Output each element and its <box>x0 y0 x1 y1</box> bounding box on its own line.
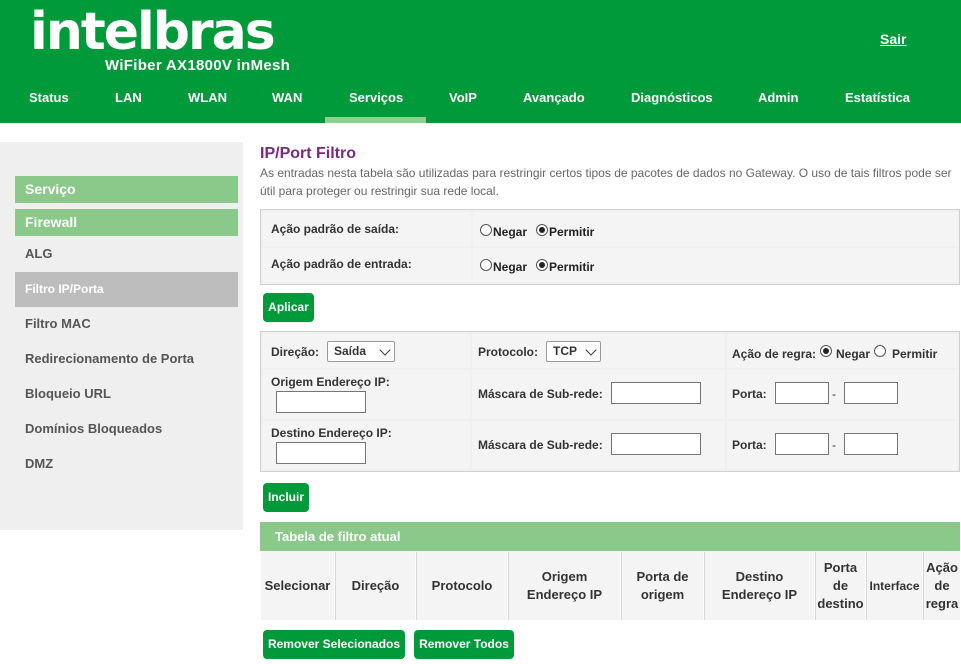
dst-port-cell: Porta: - <box>727 421 958 469</box>
rule-form-panel: Direção: Saída Protocolo: TCP Ação de re… <box>260 331 960 472</box>
rule-deny-radio[interactable] <box>820 345 832 357</box>
top-header: intelbras WiFiber AX1800V inMesh Sair St… <box>0 0 961 123</box>
incoming-options-cell: Negar Permitir <box>473 248 958 282</box>
rule-action-cell: Ação de regra: Negar Permitir <box>727 334 958 368</box>
col-destino-ip: Destino Endereço IP <box>704 552 814 620</box>
filter-table-title: Tabela de filtro atual <box>260 522 960 551</box>
protocol-label: Protocolo: <box>478 345 538 359</box>
dst-port-from-input[interactable] <box>775 433 829 455</box>
incoming-allow-radio[interactable] <box>536 259 548 271</box>
dst-mask-label: Máscara de Sub-rede: <box>478 438 603 452</box>
incoming-deny-label: Negar <box>493 260 528 274</box>
incoming-action-label: Ação padrão de entrada: <box>271 257 412 271</box>
direction-select[interactable]: Saída <box>327 341 395 362</box>
dst-port-label: Porta: <box>732 438 767 452</box>
dst-ip-label: Destino Endereço IP: <box>271 426 392 440</box>
outgoing-options-cell: Negar Permitir <box>473 212 958 246</box>
page-description: As entradas nesta tabela são utilizadas … <box>260 166 952 198</box>
direction-label: Direção: <box>271 345 320 359</box>
protocol-select[interactable]: TCP <box>546 341 601 362</box>
outgoing-deny-label: Negar <box>493 225 528 239</box>
sidebar-item-bloqueio-url[interactable]: Bloqueio URL <box>15 376 238 411</box>
src-ip-input[interactable] <box>276 391 366 413</box>
direction-cell: Direção: Saída <box>263 334 470 368</box>
outgoing-deny-radio[interactable] <box>480 224 492 236</box>
intelbras-logo: intelbras <box>30 2 276 62</box>
src-port-label: Porta: <box>732 387 767 401</box>
nav-servicos[interactable]: Serviços <box>349 90 403 106</box>
sidebar-item-dominios-bloqueados[interactable]: Domínios Bloqueados <box>15 411 238 446</box>
apply-button[interactable]: Aplicar <box>263 293 314 322</box>
outgoing-label-cell: Ação padrão de saída: <box>263 212 471 246</box>
rule-allow-label: Permitir <box>892 347 938 361</box>
remove-selected-button[interactable]: Remover Selecionados <box>263 630 405 659</box>
rule-action-label: Ação de regra: <box>732 347 817 361</box>
outgoing-allow-label: Permitir <box>549 225 595 239</box>
nav-admin[interactable]: Admin <box>758 90 798 106</box>
col-selecionar: Selecionar <box>261 552 334 620</box>
device-model: WiFiber AX1800V inMesh <box>105 57 291 74</box>
col-porta-origem: Porta de origem <box>621 552 703 620</box>
sidebar-item-alg[interactable]: ALG <box>15 236 238 271</box>
nav-avancado[interactable]: Avançado <box>523 90 585 106</box>
dst-port-separator: - <box>832 438 836 452</box>
src-port-from-input[interactable] <box>775 382 829 404</box>
col-direcao: Direção <box>335 552 415 620</box>
col-interface: Interface <box>866 552 922 620</box>
nav-estatistica[interactable]: Estatística <box>845 90 910 106</box>
src-ip-cell: Origem Endereço IP: <box>263 370 470 419</box>
sidebar: Serviço Firewall ALG Filtro IP/Porta Fil… <box>0 142 243 530</box>
nav-voip[interactable]: VoIP <box>449 90 477 106</box>
col-protocolo: Protocolo <box>416 552 507 620</box>
incoming-deny-radio[interactable] <box>480 259 492 271</box>
sidebar-section-servico[interactable]: Serviço <box>15 176 238 203</box>
add-rule-button[interactable]: Incluir <box>263 483 309 512</box>
chevron-down-icon <box>379 344 391 356</box>
chevron-down-icon <box>585 344 597 356</box>
src-mask-cell: Máscara de Sub-rede: <box>472 370 725 419</box>
nav-wan[interactable]: WAN <box>272 90 302 106</box>
sidebar-item-filtro-mac[interactable]: Filtro MAC <box>15 306 238 341</box>
outgoing-action-label: Ação padrão de saída: <box>271 222 400 236</box>
logout-link[interactable]: Sair <box>880 31 906 47</box>
src-ip-label: Origem Endereço IP: <box>271 375 390 389</box>
sidebar-item-dmz[interactable]: DMZ <box>15 446 238 481</box>
default-actions-panel: Ação padrão de saída: Negar Permitir Açã… <box>260 209 960 285</box>
src-port-cell: Porta: - <box>727 370 958 419</box>
col-acao-regra: Ação de regra <box>923 552 960 620</box>
sidebar-item-filtro-ip-porta[interactable]: Filtro IP/Porta <box>15 272 238 307</box>
rule-deny-label: Negar <box>836 347 871 361</box>
nav-status[interactable]: Status <box>29 90 69 106</box>
dst-ip-cell: Destino Endereço IP: <box>263 421 470 469</box>
col-porta-destino: Porta de destino <box>815 552 865 620</box>
rule-allow-radio[interactable] <box>874 345 886 357</box>
sidebar-item-redirecionamento[interactable]: Redirecionamento de Porta <box>15 341 238 376</box>
src-mask-label: Máscara de Sub-rede: <box>478 387 603 401</box>
dst-ip-input[interactable] <box>276 442 366 464</box>
incoming-label-cell: Ação padrão de entrada: <box>263 248 471 282</box>
nav-active-indicator <box>325 117 426 123</box>
protocol-cell: Protocolo: TCP <box>472 334 725 368</box>
incoming-allow-label: Permitir <box>549 260 595 274</box>
outgoing-allow-radio[interactable] <box>536 224 548 236</box>
page-title: IP/Port Filtro <box>260 145 356 162</box>
sidebar-section-firewall[interactable]: Firewall <box>15 209 238 236</box>
nav-lan[interactable]: LAN <box>115 90 142 106</box>
remove-all-button[interactable]: Remover Todos <box>414 630 514 659</box>
src-port-separator: - <box>832 387 836 401</box>
src-mask-input[interactable] <box>611 382 701 404</box>
col-origem-ip: Origem Endereço IP <box>508 552 620 620</box>
src-port-to-input[interactable] <box>844 382 898 404</box>
dst-mask-input[interactable] <box>611 433 701 455</box>
nav-wlan[interactable]: WLAN <box>188 90 227 106</box>
nav-diagnosticos[interactable]: Diagnósticos <box>631 90 713 106</box>
dst-mask-cell: Máscara de Sub-rede: <box>472 421 725 469</box>
dst-port-to-input[interactable] <box>844 433 898 455</box>
